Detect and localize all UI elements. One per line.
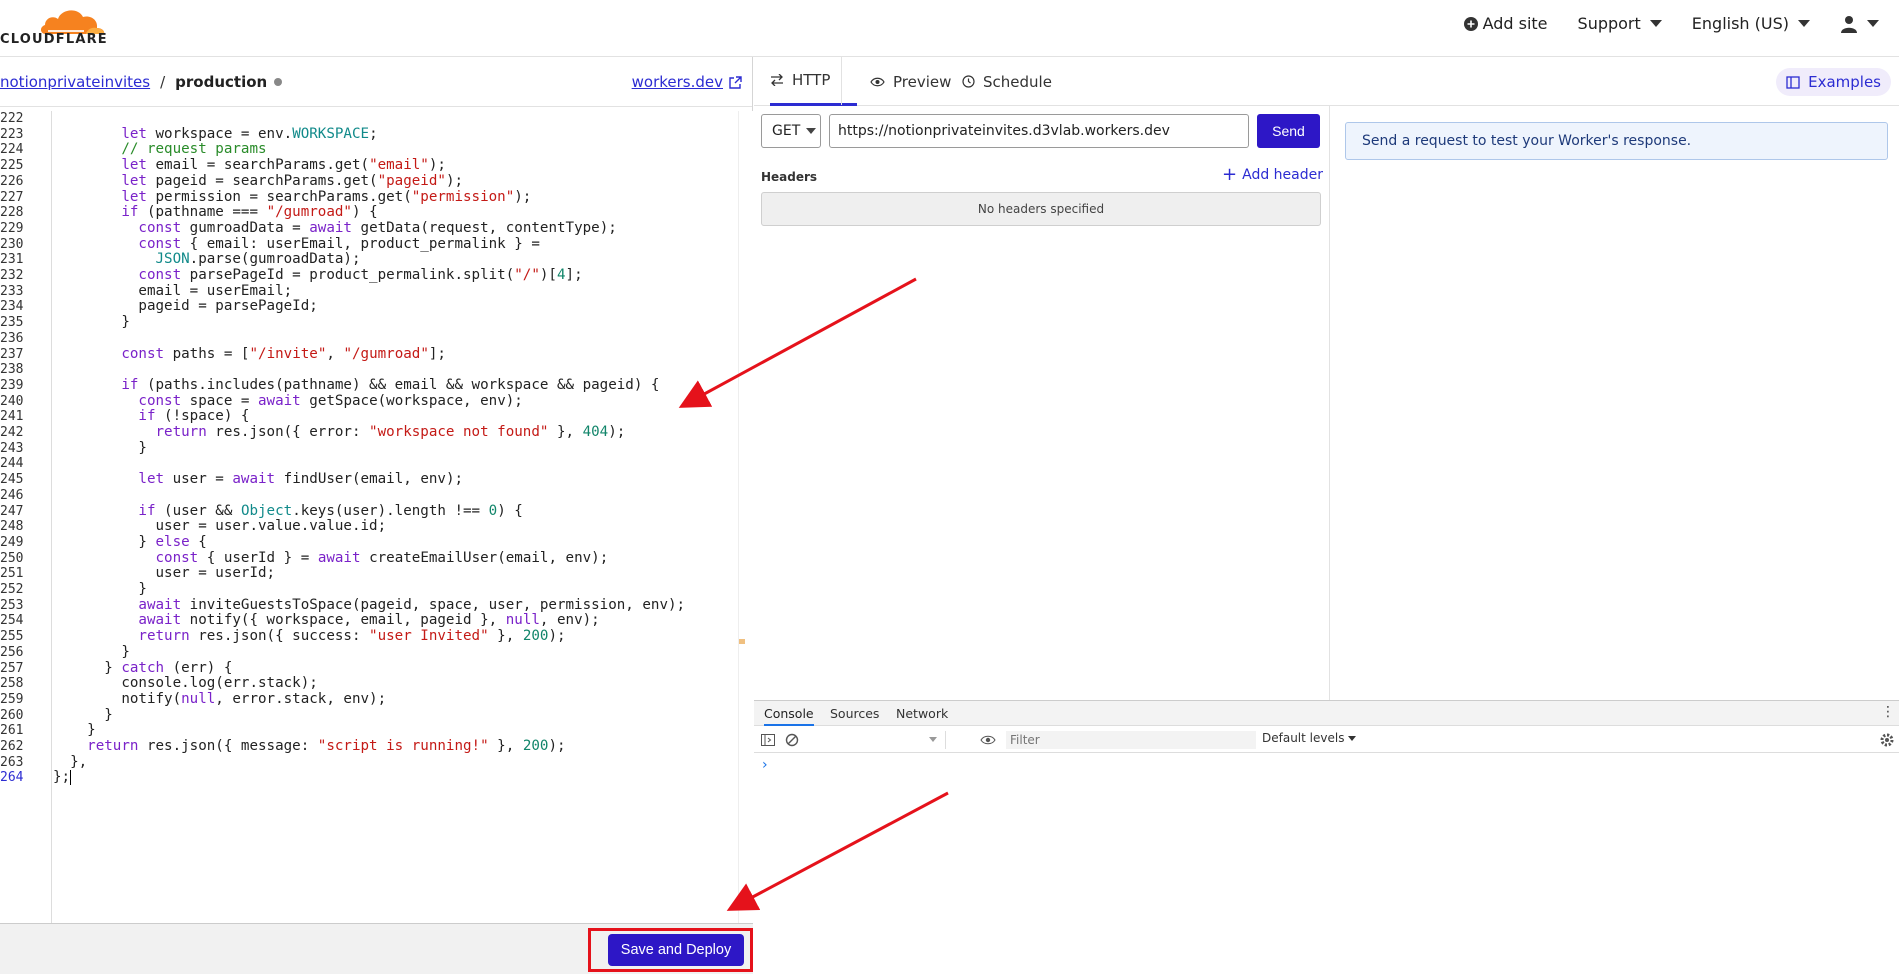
- add-header-label: Add header: [1242, 167, 1323, 183]
- back-link[interactable]: notionprivateinvites: [0, 73, 150, 91]
- status-dot: [274, 78, 283, 86]
- tab-network[interactable]: Network: [896, 701, 948, 726]
- tab-http[interactable]: HTTP: [770, 57, 857, 106]
- top-nav: Add site Support English (US): [1434, 14, 1879, 33]
- tab-preview-label: Preview: [893, 72, 952, 91]
- text-cursor: [70, 770, 72, 786]
- workers-dev-label: workers.dev: [631, 73, 723, 91]
- clear-console-icon[interactable]: [784, 732, 800, 748]
- user-icon: [1841, 15, 1857, 33]
- chevron-down-icon: [806, 128, 817, 134]
- line-number: 264: [0, 770, 24, 786]
- language-label: English (US): [1691, 14, 1789, 33]
- environment-name: production: [175, 73, 268, 91]
- code-editor[interactable]: 222 223 let workspace = env.WORKSPACE; 224…: [0, 111, 738, 928]
- chevron-down-icon: [1348, 735, 1357, 741]
- logo-text: CLOUDFLARE: [0, 32, 108, 47]
- eye-icon: [870, 77, 885, 86]
- swap-arrows-icon: [771, 74, 783, 86]
- breadcrumb-separator: /: [160, 73, 166, 91]
- support-menu[interactable]: Support: [1578, 14, 1662, 33]
- external-link-icon: [729, 75, 742, 89]
- workers-dev-link[interactable]: workers.dev: [632, 73, 742, 91]
- log-levels-label: Default levels: [1262, 731, 1345, 745]
- log-levels-select[interactable]: Default levels: [1262, 731, 1357, 745]
- plus-circle-icon: [1463, 16, 1478, 31]
- eye-icon[interactable]: [980, 732, 996, 748]
- chevron-down-icon: [1867, 20, 1879, 27]
- tab-preview[interactable]: Preview: [870, 57, 951, 106]
- editor-header: notionprivateinvites / production worker…: [0, 57, 752, 107]
- response-panel: Send a request to test your Worker's res…: [1331, 106, 1899, 700]
- plus-icon: +: [1222, 164, 1238, 185]
- add-site-button[interactable]: Add site: [1463, 14, 1548, 33]
- devtools-tabs: Console Sources Network ⋮: [754, 701, 1899, 726]
- tab-sources[interactable]: Sources: [830, 701, 879, 726]
- breadcrumb: notionprivateinvites / production: [0, 73, 283, 91]
- tab-http-label: HTTP: [792, 71, 831, 89]
- examples-button[interactable]: Examples: [1776, 68, 1891, 96]
- editor-scrollbar[interactable]: [738, 111, 753, 928]
- more-options-icon[interactable]: ⋮: [1881, 705, 1895, 719]
- console-toolbar: Default levels: [754, 727, 1899, 753]
- clock-icon: [962, 75, 975, 88]
- headers-label: Headers: [761, 170, 818, 184]
- user-menu[interactable]: [1840, 15, 1879, 33]
- code-text: };: [53, 769, 71, 786]
- console-prompt[interactable]: ›: [762, 757, 768, 773]
- tab-console[interactable]: Console: [764, 701, 814, 726]
- response-info-message: Send a request to test your Worker's res…: [1345, 122, 1888, 160]
- tab-schedule-label: Schedule: [983, 72, 1052, 91]
- add-site-label: Add site: [1482, 14, 1548, 33]
- send-button[interactable]: Send: [1257, 114, 1320, 148]
- devtools-console: Console Sources Network ⋮ Default levels…: [754, 700, 1899, 974]
- no-headers-placeholder: No headers specified: [761, 192, 1321, 226]
- method-select[interactable]: GET: [761, 114, 821, 148]
- support-label: Support: [1577, 14, 1641, 33]
- url-input[interactable]: [829, 114, 1249, 148]
- tab-schedule[interactable]: Schedule: [962, 57, 1052, 106]
- gear-icon[interactable]: [1879, 732, 1895, 748]
- examples-label: Examples: [1808, 73, 1881, 91]
- scroll-marker: [739, 639, 745, 644]
- chevron-down-icon: [929, 737, 937, 742]
- top-navbar: CLOUDFLARE Add site Support English (US): [0, 0, 1899, 57]
- chevron-down-icon: [1649, 20, 1662, 27]
- language-menu[interactable]: English (US): [1692, 14, 1810, 33]
- book-icon: [1786, 75, 1800, 89]
- code-line[interactable]: 264};: [0, 768, 738, 787]
- sidebar-toggle-icon[interactable]: [760, 732, 776, 748]
- console-filter-input[interactable]: [1006, 731, 1256, 749]
- preview-tabs: HTTP Preview Schedule Examples: [754, 57, 1899, 106]
- request-panel: GET Send Headers + Add header No headers…: [754, 106, 1330, 700]
- context-select[interactable]: [820, 731, 946, 749]
- method-value: GET: [772, 123, 801, 139]
- cloudflare-logo[interactable]: CLOUDFLARE: [0, 6, 110, 47]
- chevron-down-icon: [1798, 20, 1810, 27]
- add-header-button[interactable]: + Add header: [1222, 164, 1323, 185]
- highlight-box: [588, 928, 753, 972]
- editor-pane: notionprivateinvites / production worker…: [0, 57, 753, 974]
- tab-divider: [841, 57, 842, 105]
- cloud-logo-icon: [41, 10, 105, 34]
